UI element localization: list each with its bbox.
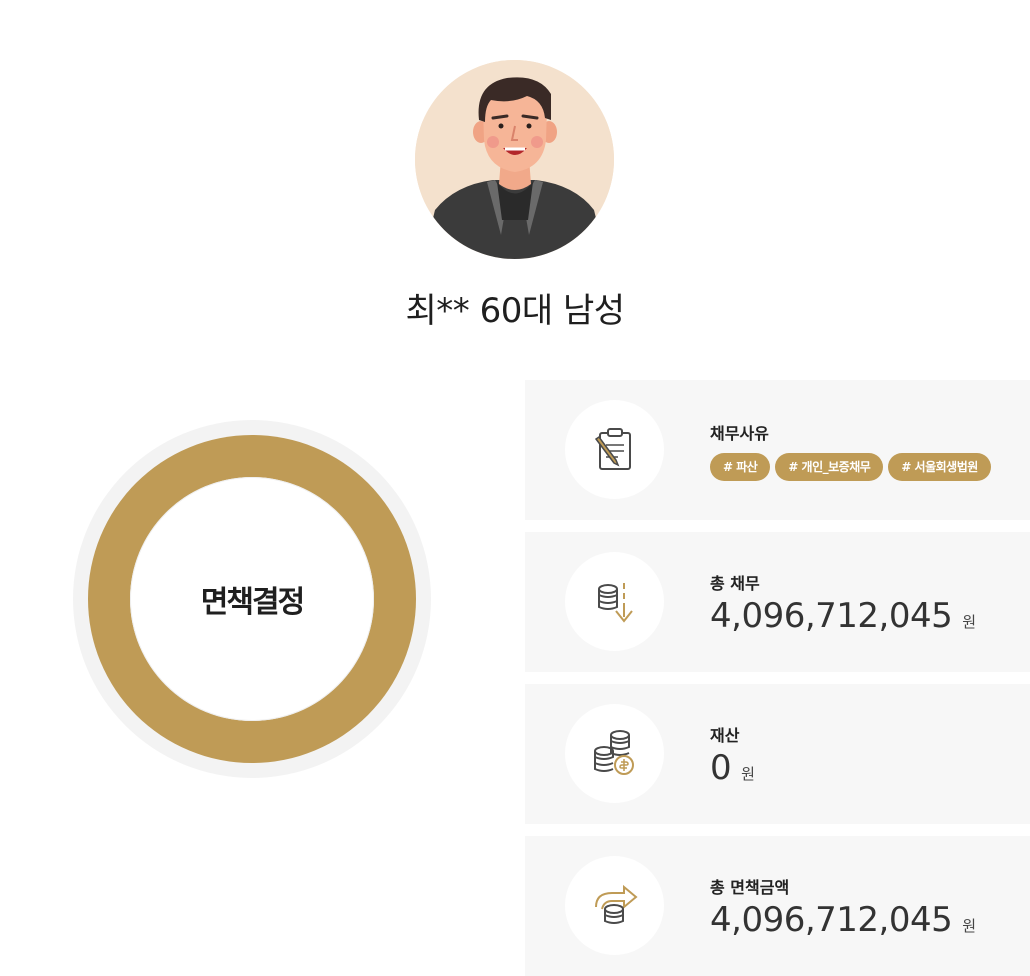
- total-debt-card: 총 채무 4,096,712,045 원: [525, 532, 1030, 672]
- result-ring-center: 면책결정: [130, 477, 374, 721]
- assets-card: 재산 0 원: [525, 684, 1030, 824]
- result-label: 면책결정: [200, 585, 305, 620]
- total-debt-value-row: 4,096,712,045 원: [710, 596, 976, 636]
- debt-reason-tags: # 파산 # 개인_보증채무 # 서울회생법원: [710, 453, 991, 481]
- assets-amount: 0: [710, 748, 732, 788]
- tag-personal-guarantee: # 개인_보증채무: [775, 453, 884, 481]
- total-discharge-title: 총 면책금액: [710, 878, 790, 897]
- total-debt-amount: 4,096,712,045: [710, 596, 953, 636]
- debt-reason-card: 채무사유 # 파산 # 개인_보증채무 # 서울회생법원: [525, 380, 1030, 520]
- clipboard-pencil-icon: [565, 400, 664, 499]
- total-discharge-amount: 4,096,712,045: [710, 900, 953, 940]
- assets-value-row: 0 원: [710, 748, 755, 788]
- total-debt-title: 총 채무: [710, 574, 760, 593]
- debt-reason-title: 채무사유: [710, 424, 769, 443]
- assets-title: 재산: [710, 726, 740, 745]
- total-discharge-card: 총 면책금액 4,096,712,045 원: [525, 836, 1030, 976]
- coin-stacks-icon: [565, 704, 664, 803]
- assets-unit: 원: [741, 765, 755, 783]
- total-debt-unit: 원: [962, 613, 976, 631]
- case-result-page: 최** 60대 남성 면책결정 채무사유 # 파산 # 개인_보증채무 # 서울…: [0, 0, 1030, 976]
- man-avatar-illustration: [415, 60, 614, 259]
- coins-down-arrow-icon: [565, 552, 664, 651]
- coins-arrow-icon: [565, 856, 664, 955]
- total-discharge-unit: 원: [962, 917, 976, 935]
- avatar: [415, 60, 614, 259]
- tag-seoul-court: # 서울회생법원: [888, 453, 991, 481]
- profile-name: 최** 60대 남성: [405, 291, 626, 331]
- total-discharge-value-row: 4,096,712,045 원: [710, 900, 976, 940]
- tag-bankruptcy: # 파산: [710, 453, 771, 481]
